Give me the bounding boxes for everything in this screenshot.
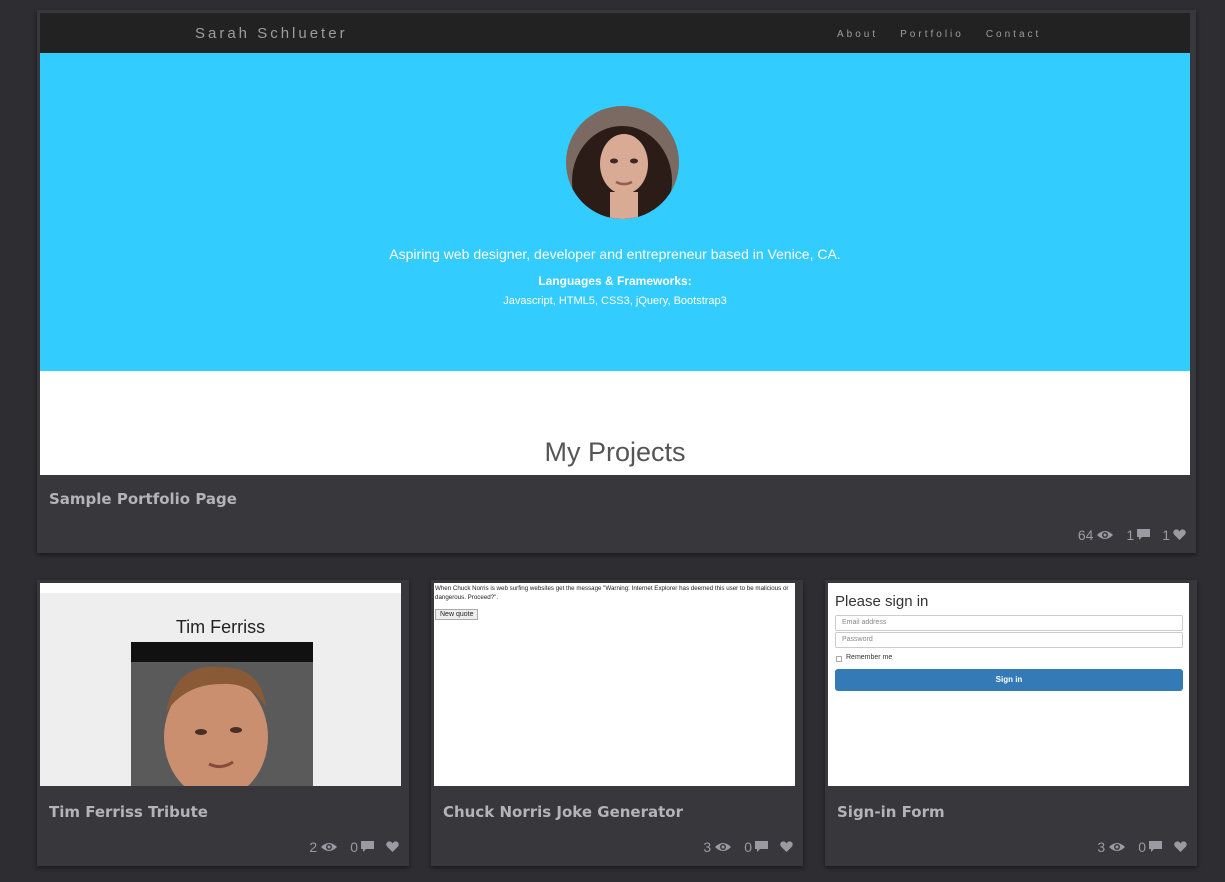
comment-icon xyxy=(1137,529,1151,541)
comments-count: 0 xyxy=(744,839,752,855)
project-title[interactable]: Chuck Norris Joke Generator xyxy=(443,803,683,821)
preview-email-field: Email address xyxy=(835,615,1183,631)
comments-stat: 0 xyxy=(350,839,374,855)
comment-icon xyxy=(1149,841,1162,853)
eye-icon xyxy=(714,841,732,853)
preview-new-quote-button: New quote xyxy=(435,609,479,620)
preview-languages-heading: Languages & Frameworks: xyxy=(538,274,692,288)
views-stat: 2 xyxy=(309,839,338,855)
preview-projects-heading: My Projects xyxy=(544,437,686,467)
preview-languages: Javascript, HTML5, CSS3, jQuery, Bootstr… xyxy=(503,295,727,307)
views-stat: 3 xyxy=(1097,839,1126,855)
comments-stat: 0 xyxy=(744,839,768,855)
preview-quote: When Chuck Norris is web surfing website… xyxy=(435,585,789,601)
preview-signin-button: Sign in xyxy=(835,669,1183,691)
project-preview[interactable]: Sarah Schlueter About Portfolio Contact xyxy=(40,13,1190,475)
views-count: 3 xyxy=(1097,839,1106,855)
likes-stat[interactable] xyxy=(1174,841,1187,853)
views-count: 3 xyxy=(703,839,712,855)
preview-nav-contact: Contact xyxy=(985,29,1042,40)
project-stats: 3 0 xyxy=(1097,839,1187,855)
preview-remember-label: Remember me xyxy=(846,654,893,661)
comments-stat: 1 xyxy=(1126,527,1151,543)
heart-icon[interactable] xyxy=(1173,529,1186,541)
likes-stat[interactable]: 1 xyxy=(1162,527,1186,543)
preview-password-field: Password xyxy=(835,632,1183,648)
preview-nav-links: About Portfolio Contact xyxy=(837,29,1041,40)
project-card-chuck-norris[interactable]: When Chuck Norris is web surfing website… xyxy=(431,580,803,866)
project-stats: 3 0 xyxy=(703,839,793,855)
comments-count: 0 xyxy=(1138,839,1146,855)
preview-brand: Sarah Schlueter xyxy=(195,25,348,42)
heart-icon[interactable] xyxy=(780,841,793,853)
project-preview[interactable]: Tim Ferriss xyxy=(40,583,401,786)
likes-stat[interactable] xyxy=(780,841,793,853)
likes-stat[interactable] xyxy=(386,841,399,853)
project-stats: 2 0 xyxy=(309,839,399,855)
eye-icon xyxy=(1096,529,1114,541)
heart-icon[interactable] xyxy=(1174,841,1187,853)
project-preview[interactable]: Please sign in Email address Password Re… xyxy=(828,583,1189,786)
views-stat: 64 xyxy=(1078,527,1115,543)
eye-icon xyxy=(1108,841,1126,853)
views-count: 2 xyxy=(309,839,318,855)
comments-stat: 0 xyxy=(1138,839,1162,855)
project-title[interactable]: Tim Ferriss Tribute xyxy=(49,803,208,821)
heart-icon[interactable] xyxy=(386,841,399,853)
preview-hero: Aspiring web designer, developer and ent… xyxy=(40,53,1190,371)
preview-photo xyxy=(131,642,313,786)
likes-count: 1 xyxy=(1162,527,1170,543)
views-count: 64 xyxy=(1077,527,1094,543)
avatar xyxy=(566,106,679,219)
views-stat: 3 xyxy=(703,839,732,855)
preview-remember-checkbox xyxy=(836,656,842,662)
preview-heading: Tim Ferriss xyxy=(175,617,266,637)
project-stats: 64 1 1 xyxy=(1078,527,1186,543)
comments-count: 1 xyxy=(1126,527,1135,543)
eye-icon xyxy=(320,841,338,853)
preview-navbar: Sarah Schlueter About Portfolio Contact xyxy=(40,13,1190,53)
project-card-tim-ferriss[interactable]: Tim Ferriss Tim Ferriss Tribute 2 0 xyxy=(37,580,409,866)
preview-nav-portfolio: Portfolio xyxy=(900,29,964,40)
preview-nav-about: About xyxy=(837,29,879,40)
comments-count: 0 xyxy=(350,839,358,855)
project-card-signin-form[interactable]: Please sign in Email address Password Re… xyxy=(825,580,1197,866)
project-title[interactable]: Sign-in Form xyxy=(837,803,945,821)
project-preview[interactable]: When Chuck Norris is web surfing website… xyxy=(434,583,795,786)
preview-tagline: Aspiring web designer, developer and ent… xyxy=(389,246,841,262)
comment-icon xyxy=(361,841,374,853)
comment-icon xyxy=(755,841,768,853)
project-card-portfolio[interactable]: Sarah Schlueter About Portfolio Contact xyxy=(37,10,1196,553)
project-title[interactable]: Sample Portfolio Page xyxy=(49,490,237,508)
preview-heading: Please sign in xyxy=(835,593,929,610)
